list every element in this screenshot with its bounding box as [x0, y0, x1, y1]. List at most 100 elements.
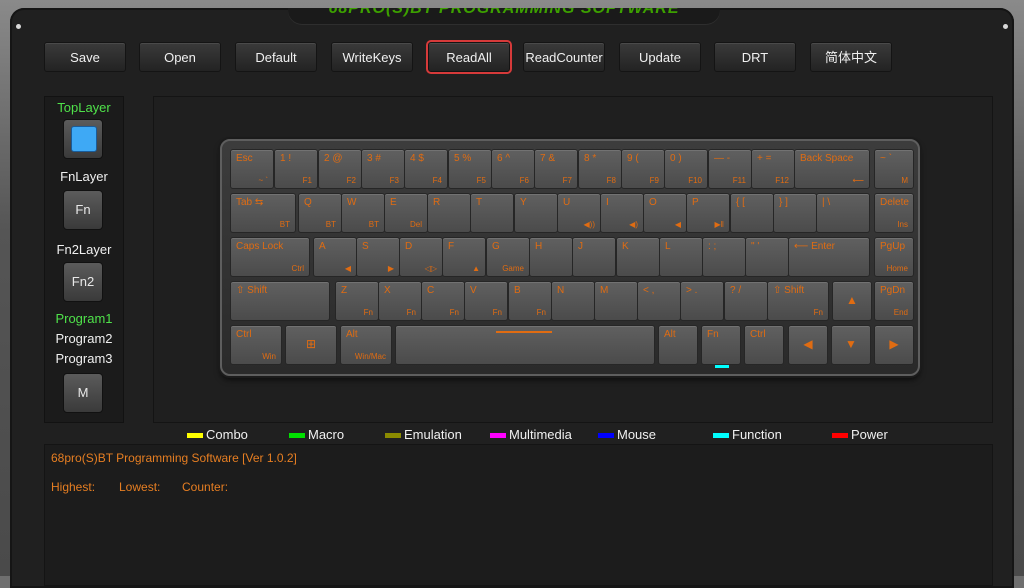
key-v[interactable]: V Fn [464, 281, 508, 321]
key-label: ⊞ [305, 337, 317, 351]
default-button[interactable]: Default [235, 42, 317, 72]
key-key[interactable]: — - F11 [708, 149, 752, 189]
m-button[interactable]: M [63, 373, 103, 413]
key-enter[interactable]: ⟵ Enter [788, 237, 870, 277]
key-sublabel: F4 [432, 176, 442, 185]
program1-label[interactable]: Program1 [45, 311, 123, 326]
key-key[interactable]: ~ ` M [874, 149, 914, 189]
key-key[interactable]: } ] [773, 193, 817, 233]
key-e[interactable]: E Del [384, 193, 428, 233]
key-o[interactable]: O ◀ [643, 193, 687, 233]
key-alt[interactable]: Alt [658, 325, 698, 365]
readall-button[interactable]: ReadAll [426, 40, 512, 74]
key-fn[interactable]: Fn [701, 325, 741, 368]
key-key[interactable]: ⊞ [285, 325, 337, 365]
key-sublabel: F8 [606, 176, 616, 185]
key-s[interactable]: S ▶ [356, 237, 400, 277]
key-caps-lock[interactable]: Caps Lock Ctrl [230, 237, 310, 277]
key-y[interactable]: Y [514, 193, 558, 233]
key-p[interactable]: P ▶‖ [686, 193, 730, 233]
key-esc[interactable]: Esc ~ ` [230, 149, 274, 189]
key-key[interactable]: { [ [730, 193, 774, 233]
key-n[interactable]: N [551, 281, 595, 321]
key-pgup[interactable]: PgUp Home [874, 237, 914, 277]
key-sublabel: BT [279, 220, 290, 229]
legend-item: Power [832, 427, 888, 442]
key-label: Alt [346, 329, 358, 340]
key-sublabel: F12 [775, 176, 789, 185]
fn-layer-label: FnLayer [60, 169, 108, 184]
key-tab[interactable]: Tab ⇆ BT [230, 193, 296, 233]
key-shift[interactable]: ⇧ Shift [230, 281, 330, 321]
key-f[interactable]: F ▲ [442, 237, 486, 277]
drt-button[interactable]: DRT [714, 42, 796, 72]
key-label: ▶ [889, 337, 899, 351]
key-back-space[interactable]: Back Space ⟵ [794, 149, 870, 189]
key-i[interactable]: I ◀) [600, 193, 644, 233]
key-b[interactable]: B Fn [508, 281, 552, 321]
fn-layer-button[interactable]: Fn [63, 190, 103, 230]
key-key[interactable]: ? / [724, 281, 768, 321]
key-z[interactable]: Z Fn [335, 281, 379, 321]
key-w[interactable]: W BT [341, 193, 385, 233]
key-l[interactable]: L [659, 237, 703, 277]
fn2-layer-button[interactable]: Fn2 [63, 262, 103, 302]
legend-label: Mouse [617, 427, 657, 442]
key-key[interactable]: + = F12 [751, 149, 795, 189]
key-k[interactable]: K [616, 237, 660, 277]
key-key[interactable]: : ; [702, 237, 746, 277]
key-6[interactable]: 6 ^ F6 [491, 149, 535, 189]
key-key[interactable]: ▼ [831, 325, 871, 365]
key-r[interactable]: R [427, 193, 471, 233]
legend-item: Multimedia [490, 427, 572, 442]
key-1[interactable]: 1 ! F1 [274, 149, 318, 189]
key-a[interactable]: A ◀ [313, 237, 357, 277]
key-key[interactable]: " ' [745, 237, 789, 277]
key-shift[interactable]: ⇧ Shift Fn [767, 281, 829, 321]
key-8[interactable]: 8 * F8 [578, 149, 622, 189]
language-button[interactable]: 简体中文 [810, 42, 892, 72]
key-key[interactable]: < , [637, 281, 681, 321]
key-g[interactable]: G Game [486, 237, 530, 277]
key-key[interactable]: | \ [816, 193, 870, 233]
update-button[interactable]: Update [619, 42, 701, 72]
key-ctrl[interactable]: Ctrl [744, 325, 784, 365]
readcounter-button[interactable]: ReadCounter [523, 42, 605, 72]
key-c[interactable]: C Fn [421, 281, 465, 321]
key-3[interactable]: 3 # F3 [361, 149, 405, 189]
key-sublabel: ▲ [472, 264, 480, 273]
key-key[interactable]: ◀ [788, 325, 828, 365]
key-alt[interactable]: Alt Win/Mac [340, 325, 392, 365]
key-q[interactable]: Q BT [298, 193, 342, 233]
key-t[interactable]: T [470, 193, 514, 233]
key-2[interactable]: 2 @ F2 [318, 149, 362, 189]
key-label: 6 ^ [497, 153, 511, 164]
program3-label[interactable]: Program3 [45, 351, 123, 366]
program2-label[interactable]: Program2 [45, 331, 123, 346]
key-7[interactable]: 7 & F7 [534, 149, 578, 189]
key-delete[interactable]: Delete Ins [874, 193, 914, 233]
key-0[interactable]: 0 ) F10 [664, 149, 708, 189]
key-ctrl[interactable]: Ctrl Win [230, 325, 282, 365]
key-pgdn[interactable]: PgDn End [874, 281, 914, 321]
key-9[interactable]: 9 (F9 [621, 149, 665, 189]
key-4[interactable]: 4 $ F4 [404, 149, 448, 189]
key-key[interactable]: > . [680, 281, 724, 321]
key-label: A [319, 241, 326, 252]
save-button[interactable]: Save [44, 42, 126, 72]
key-j[interactable]: J [572, 237, 616, 277]
key-m[interactable]: M [594, 281, 638, 321]
key-key[interactable]: ▶ [874, 325, 914, 365]
key-key[interactable]: ▲ [832, 281, 872, 321]
key-5[interactable]: 5 % F5 [448, 149, 492, 189]
key-space[interactable] [395, 325, 655, 365]
top-layer-button[interactable] [63, 119, 103, 159]
key-h[interactable]: H [529, 237, 573, 277]
key-u[interactable]: U ◀)) [557, 193, 601, 233]
key-sublabel: F3 [389, 176, 399, 185]
key-x[interactable]: X Fn [378, 281, 422, 321]
key-d[interactable]: D ◁▷ [399, 237, 443, 277]
writekeys-button[interactable]: WriteKeys [331, 42, 413, 72]
open-button[interactable]: Open [139, 42, 221, 72]
key-label: R [433, 197, 441, 208]
